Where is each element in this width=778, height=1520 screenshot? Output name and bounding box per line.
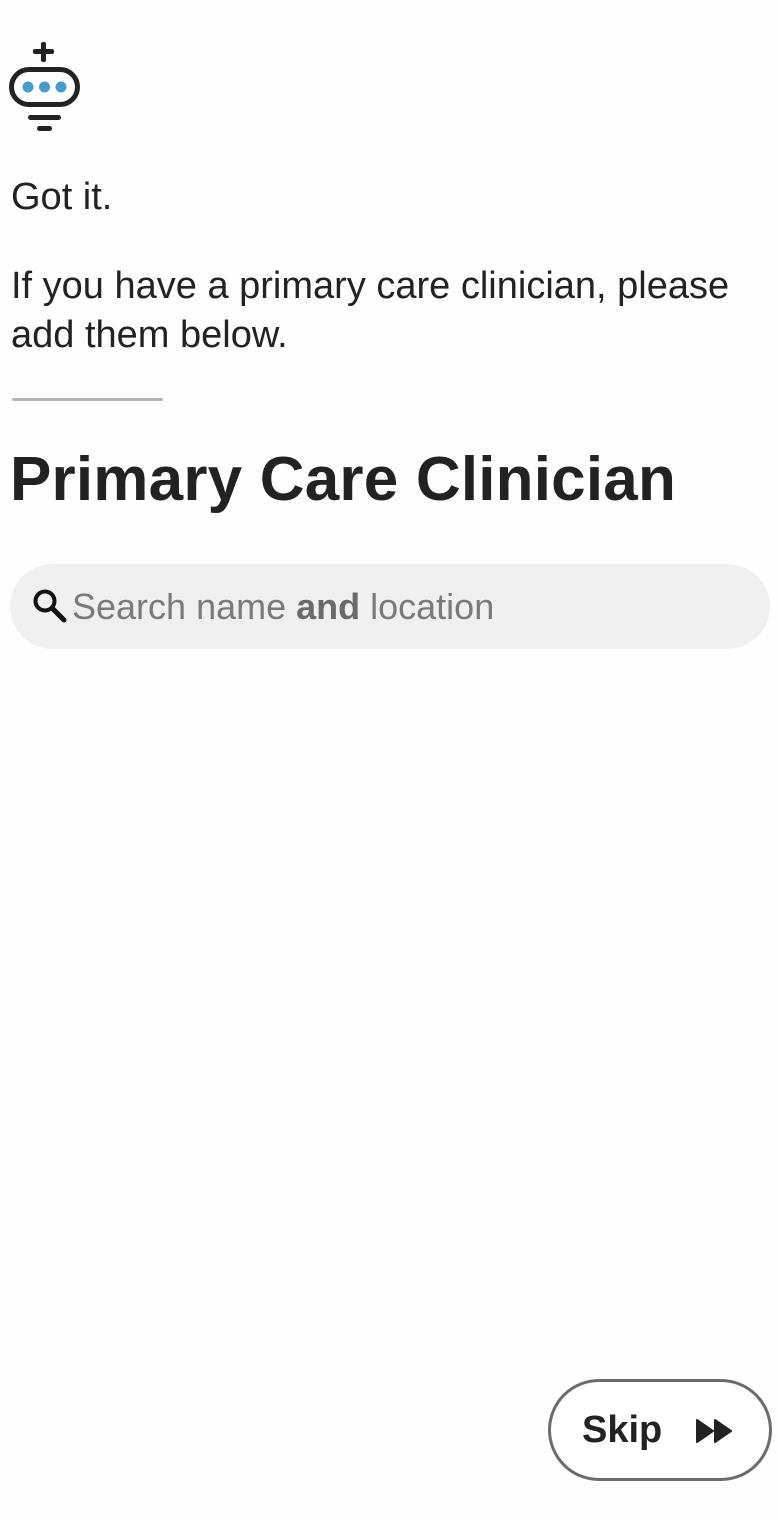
section-divider [12,398,163,401]
skip-button-label: Skip [582,1409,663,1451]
search-icon [33,589,67,623]
chat-message-ack: Got it. [11,176,113,218]
section-title: Primary Care Clinician [10,445,677,514]
chat-message-prompt: If you have a primary care clinician, pl… [11,265,730,356]
search-bar[interactable]: Search name and location [10,564,770,649]
fast-forward-icon [696,1419,732,1443]
skip-button[interactable]: Skip [548,1379,772,1481]
robot-assistant-icon [9,42,80,131]
search-input[interactable] [72,564,752,649]
